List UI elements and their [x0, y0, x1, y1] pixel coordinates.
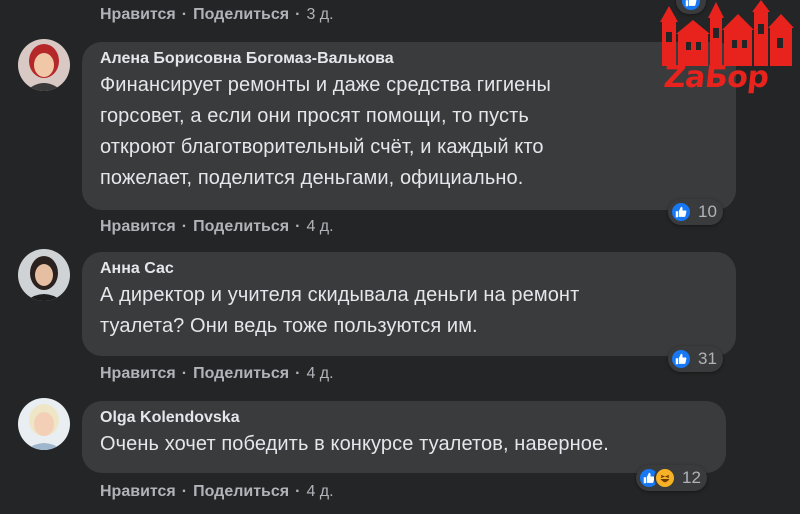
like-reaction-icon [670, 201, 692, 223]
reaction-summary[interactable]: 31 [668, 346, 723, 372]
like-link[interactable]: Нравится [100, 365, 176, 383]
comment-text: А директор и учителя скидывала деньги на… [100, 280, 720, 342]
like-reaction-icon [670, 348, 692, 370]
comment-line: туалета? Они ведь тоже пользуются им. [100, 315, 478, 337]
share-link[interactable]: Поделиться [193, 365, 289, 383]
timestamp-link[interactable]: 4 д. [306, 483, 333, 501]
comment-text: Финансирует ремонты и даже средства гиги… [100, 70, 720, 194]
separator-dot: · [295, 6, 301, 23]
avatar[interactable] [18, 398, 70, 450]
zabor-watermark-logo: ZaБор [654, 0, 800, 108]
separator-dot: · [295, 365, 301, 382]
comment-line: пожелает, поделится деньгами, официально… [100, 167, 524, 189]
avatar[interactable] [18, 249, 70, 301]
like-link[interactable]: Нравится [100, 483, 176, 501]
comment-bubble: Анна Сас А директор и учителя скидывала … [82, 252, 736, 356]
separator-dot: · [295, 483, 301, 500]
comment-line: откроют благотворительный счёт, и каждый… [100, 136, 544, 158]
comment-author[interactable]: Анна Сас [100, 260, 720, 278]
comment-line: горсовет, а если они просят помощи, то п… [100, 105, 529, 127]
comment-actions: Нравится · Поделиться · 4 д. [100, 363, 334, 385]
separator-dot: · [181, 218, 188, 235]
reaction-count: 12 [682, 468, 701, 487]
separator-dot: · [181, 365, 188, 382]
avatar[interactable] [18, 39, 70, 91]
separator-dot: · [295, 218, 301, 235]
comment-author[interactable]: Алена Борисовна Богомаз-Валькова [100, 50, 720, 68]
comment-actions-top: Нравится · Поделиться · 3 д. [100, 4, 334, 26]
share-link[interactable]: Поделиться [193, 218, 289, 236]
timestamp-link[interactable]: 4 д. [306, 365, 333, 383]
comment-actions: Нравится · Поделиться · 4 д. [100, 216, 334, 238]
comment-line: Финансирует ремонты и даже средства гиги… [100, 74, 551, 96]
comment-line: Очень хочет победить в конкурсе туалетов… [100, 433, 609, 455]
share-link[interactable]: Поделиться [193, 483, 289, 501]
share-link[interactable]: Поделиться [193, 6, 289, 24]
comment-line: А директор и учителя скидывала деньги на… [100, 284, 580, 306]
haha-reaction-icon [654, 467, 676, 489]
comment-bubble: Olga Kolendovska Очень хочет победить в … [82, 401, 726, 473]
separator-dot: · [181, 483, 188, 500]
comment-actions: Нравится · Поделиться · 4 д. [100, 481, 334, 503]
separator-dot: · [181, 6, 188, 23]
watermark-text: ZaБор [662, 60, 771, 95]
timestamp-link[interactable]: 3 д. [306, 6, 333, 24]
timestamp-link[interactable]: 4 д. [306, 218, 333, 236]
reaction-summary[interactable]: 10 [668, 199, 723, 225]
like-link[interactable]: Нравится [100, 6, 176, 24]
reaction-summary[interactable]: 12 [636, 465, 707, 491]
comment-bubble: Алена Борисовна Богомаз-Валькова Финанси… [82, 42, 736, 210]
comment-text: Очень хочет победить в конкурсе туалетов… [100, 429, 710, 460]
comment-author[interactable]: Olga Kolendovska [100, 409, 710, 427]
like-link[interactable]: Нравится [100, 218, 176, 236]
reaction-count: 10 [698, 202, 717, 221]
reaction-count: 31 [698, 349, 717, 368]
